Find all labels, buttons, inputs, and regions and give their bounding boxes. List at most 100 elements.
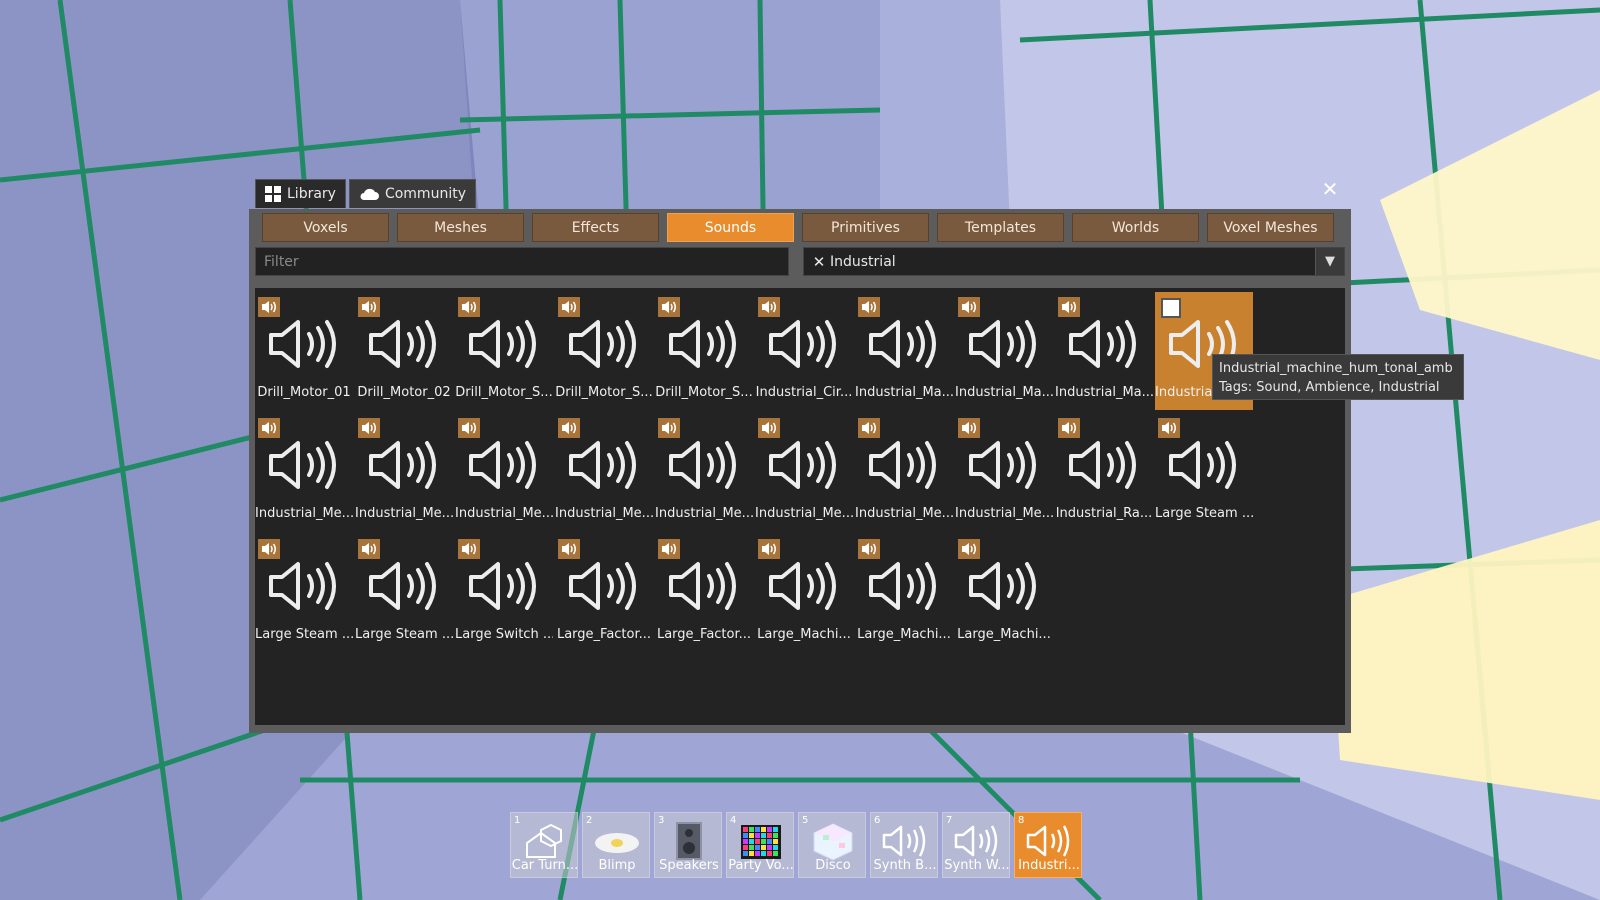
hotbar-slot-number: 5 bbox=[802, 815, 809, 826]
hotbar-slot-number: 1 bbox=[514, 815, 521, 826]
tooltip-name: Industrial_machine_hum_tonal_amb bbox=[1219, 361, 1453, 376]
asset-label: Industrial_Me... bbox=[755, 506, 853, 521]
sound-type-badge bbox=[958, 297, 980, 317]
asset-thumbnail bbox=[1067, 439, 1141, 491]
asset-tile[interactable]: Drill_Motor_S... bbox=[555, 292, 653, 410]
hotbar-slot-6[interactable]: 6 Synth B... bbox=[870, 812, 938, 878]
asset-tile[interactable]: Large Steam ... bbox=[355, 534, 453, 652]
asset-tile[interactable]: Industrial_Me... bbox=[555, 413, 653, 531]
speaker-small-icon bbox=[962, 543, 976, 555]
asset-thumbnail bbox=[867, 439, 941, 491]
asset-thumbnail bbox=[467, 560, 541, 612]
category-tabs: Voxels Meshes Effects Sounds Primitives Templ… bbox=[262, 213, 1334, 242]
speaker-small-icon bbox=[262, 543, 276, 555]
category-sounds[interactable]: Sounds bbox=[667, 213, 794, 242]
hotbar-slot-label: Synth B... bbox=[873, 858, 937, 873]
sound-type-badge bbox=[258, 539, 280, 559]
tab-community-label: Community bbox=[384, 186, 466, 202]
asset-thumbnail bbox=[867, 560, 941, 612]
hotbar-slot-2[interactable]: 2 Blimp bbox=[582, 812, 650, 878]
asset-label: Industrial_Me... bbox=[355, 506, 453, 521]
speaker-icon bbox=[269, 562, 336, 610]
category-meshes[interactable]: Meshes bbox=[397, 213, 524, 242]
speaker-icon bbox=[669, 562, 736, 610]
asset-tile[interactable]: Large_Factor... bbox=[655, 534, 753, 652]
asset-thumbnail bbox=[1167, 439, 1241, 491]
asset-thumbnail bbox=[867, 318, 941, 370]
asset-tile[interactable]: Drill_Motor_02 bbox=[355, 292, 453, 410]
hotbar-slot-7[interactable]: 7 Synth W... bbox=[942, 812, 1010, 878]
asset-tile[interactable]: Industrial_Me... bbox=[755, 413, 853, 531]
tag-filter[interactable]: ✕ Industrial ▼ bbox=[803, 247, 1345, 276]
category-voxels[interactable]: Voxels bbox=[262, 213, 389, 242]
asset-tile[interactable]: Large Switch ... bbox=[455, 534, 553, 652]
speaker-small-icon bbox=[262, 422, 276, 434]
category-templates[interactable]: Templates bbox=[937, 213, 1064, 242]
tab-community[interactable]: Community bbox=[348, 179, 476, 208]
asset-tile[interactable]: Large_Machi... bbox=[755, 534, 853, 652]
asset-tile[interactable]: Industrial_Ra... bbox=[1055, 413, 1153, 531]
sound-type-badge bbox=[758, 539, 780, 559]
speaker-small-icon bbox=[462, 301, 476, 313]
hotbar-slot-1[interactable]: 1 Car Turn... bbox=[510, 812, 578, 878]
hotbar-slot-number: 6 bbox=[874, 815, 881, 826]
asset-tile[interactable]: Large Steam ... bbox=[1155, 413, 1253, 531]
asset-tile[interactable]: Industrial_Me... bbox=[255, 413, 353, 531]
sound-type-badge bbox=[958, 539, 980, 559]
asset-tile[interactable]: Drill_Motor_S... bbox=[655, 292, 753, 410]
hotbar-slot-5[interactable]: 5 Disco bbox=[798, 812, 866, 878]
speaker-icon bbox=[269, 441, 336, 489]
asset-label: Drill_Motor_S... bbox=[455, 385, 553, 400]
asset-grid[interactable]: Drill_Motor_01 Drill_Motor_02 Drill_Motor_… bbox=[255, 288, 1345, 725]
sound-type-badge bbox=[558, 418, 580, 438]
speaker-small-icon bbox=[762, 301, 776, 313]
category-worlds[interactable]: Worlds bbox=[1072, 213, 1199, 242]
speaker-small-icon bbox=[762, 422, 776, 434]
sound-type-badge bbox=[958, 418, 980, 438]
speaker-icon bbox=[954, 825, 998, 857]
hotbar-slot-label: Blimp bbox=[598, 858, 636, 873]
hotbar-slot-label: Synth W... bbox=[944, 858, 1010, 873]
asset-tile[interactable]: Large Steam ... bbox=[255, 534, 353, 652]
house-icon bbox=[526, 823, 562, 858]
disco-cube-icon bbox=[813, 823, 853, 861]
clear-tag-button[interactable]: ✕ bbox=[808, 253, 830, 271]
cloud-icon bbox=[360, 188, 379, 200]
asset-tile[interactable]: Industrial_Me... bbox=[655, 413, 753, 531]
filter-input[interactable]: Filter bbox=[255, 247, 789, 276]
asset-label: Large_Factor... bbox=[556, 627, 652, 642]
hotbar-slot-8[interactable]: 8 Industri... bbox=[1014, 812, 1082, 878]
asset-thumbnail bbox=[367, 439, 441, 491]
select-checkbox[interactable] bbox=[1161, 298, 1181, 318]
asset-tile[interactable]: Industrial_Me... bbox=[955, 413, 1053, 531]
hotbar-slot-4[interactable]: 4 Party Vo... bbox=[726, 812, 794, 878]
asset-tile[interactable]: Large_Machi... bbox=[855, 534, 953, 652]
asset-tile[interactable]: Drill_Motor_01 bbox=[255, 292, 353, 410]
asset-tile[interactable]: Industrial_Me... bbox=[355, 413, 453, 531]
asset-tile[interactable]: Industrial_Me... bbox=[455, 413, 553, 531]
hotbar-slot-label: Industri... bbox=[1018, 858, 1080, 873]
window-tabbar: Library Community bbox=[255, 179, 476, 209]
category-primitives[interactable]: Primitives bbox=[802, 213, 929, 242]
close-window-button[interactable]: ✕ bbox=[1320, 179, 1340, 199]
speaker-small-icon bbox=[762, 543, 776, 555]
asset-label: Large_Machi... bbox=[957, 627, 1051, 642]
category-effects[interactable]: Effects bbox=[532, 213, 659, 242]
asset-tile[interactable]: Industrial_Ma... bbox=[1055, 292, 1153, 410]
asset-tile[interactable]: Large_Factor... bbox=[555, 534, 653, 652]
asset-tile[interactable]: Industrial_Me... bbox=[855, 413, 953, 531]
asset-tile[interactable]: Industrial_Ma... bbox=[955, 292, 1053, 410]
asset-tile[interactable]: Large_Machi... bbox=[955, 534, 1053, 652]
tab-library[interactable]: Library bbox=[255, 179, 346, 208]
sound-type-badge bbox=[1158, 418, 1180, 438]
sound-type-badge bbox=[558, 539, 580, 559]
asset-label: Industrial_Me... bbox=[855, 506, 953, 521]
speaker-small-icon bbox=[862, 301, 876, 313]
category-voxel-meshes[interactable]: Voxel Meshes bbox=[1207, 213, 1334, 242]
asset-tile[interactable]: Drill_Motor_S... bbox=[455, 292, 553, 410]
asset-tile[interactable]: Industrial_Cir... bbox=[755, 292, 853, 410]
hotbar-slot-3[interactable]: 3 Speakers bbox=[654, 812, 722, 878]
asset-tile[interactable]: Industrial_Ma... bbox=[855, 292, 953, 410]
tag-dropdown-button[interactable]: ▼ bbox=[1315, 248, 1344, 275]
asset-thumbnail bbox=[567, 560, 641, 612]
